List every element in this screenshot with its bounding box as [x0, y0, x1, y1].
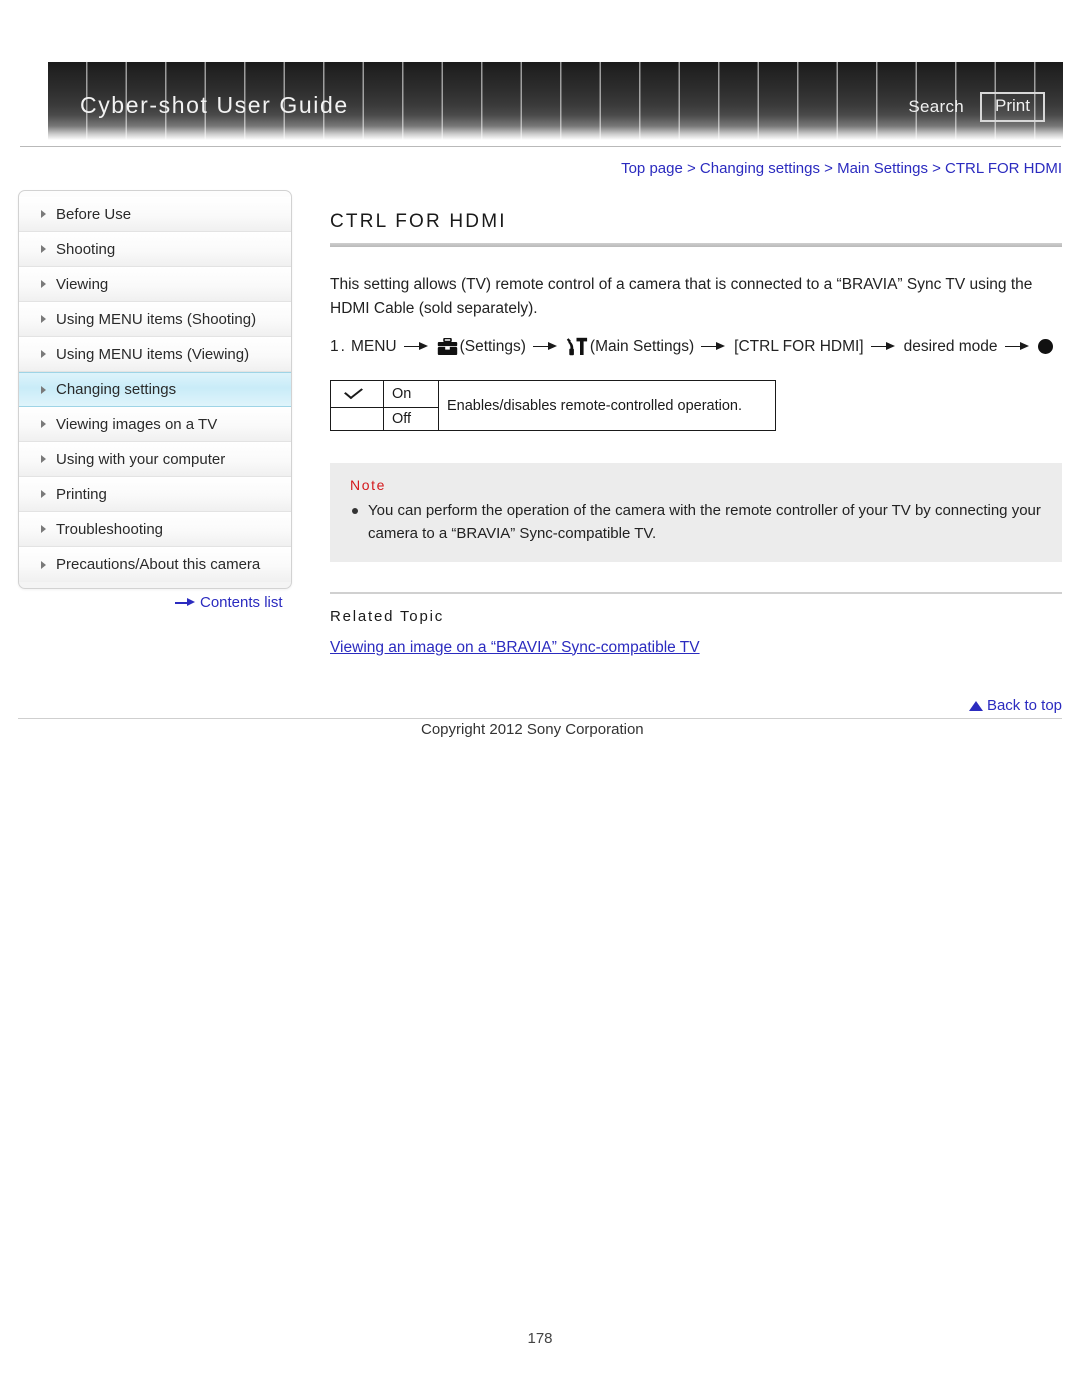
sidebar-item-viewing[interactable]: Viewing — [19, 267, 291, 302]
sidebar-item-troubleshooting[interactable]: Troubleshooting — [19, 512, 291, 547]
title-divider — [330, 243, 1062, 247]
sidebar-item-precautions-about-this-camera[interactable]: Precautions/About this camera — [19, 547, 291, 582]
option-mode-cell: Off — [383, 407, 439, 432]
main-content: Top page > Changing settings > Main Sett… — [330, 160, 1062, 714]
related-divider — [330, 591, 1062, 594]
header-divider — [20, 146, 1061, 147]
sidebar-item-label: Using with your computer — [56, 450, 226, 468]
sidebar-item-viewing-images-on-a-tv[interactable]: Viewing images on a TV — [19, 407, 291, 442]
breadcrumb[interactable]: Top page > Changing settings > Main Sett… — [330, 160, 1062, 177]
sidebar-item-changing-settings[interactable]: Changing settings — [19, 372, 291, 407]
chevron-right-icon — [41, 560, 46, 569]
arrow-right-icon — [1004, 341, 1031, 353]
filled-circle-icon — [1037, 339, 1053, 355]
sidebar-item-using-menu-items-shooting[interactable]: Using MENU items (Shooting) — [19, 302, 291, 337]
back-to-top-label: Back to top — [986, 696, 1062, 714]
intro-paragraph: This setting allows (TV) remote control … — [330, 276, 1033, 318]
option-description-cell: Enables/disables remote-controlled opera… — [438, 380, 776, 432]
arrow-right-icon — [701, 341, 727, 353]
checkmark-icon — [346, 384, 368, 400]
header-banner: Cyber-shot User Guide Search Print — [48, 62, 1063, 140]
chevron-right-icon — [41, 385, 46, 394]
sidebar-item-label: Troubleshooting — [56, 520, 164, 538]
sidebar-item-using-with-your-computer[interactable]: Using with your computer — [19, 442, 291, 477]
contents-list-link[interactable]: Contents list — [175, 594, 283, 611]
header-actions: Search Print — [908, 92, 1045, 122]
chevron-right-icon — [41, 490, 46, 498]
note-list-item: You can perform the operation of the cam… — [350, 499, 1042, 546]
step-menu-label: MENU — [350, 337, 397, 355]
chevron-right-icon — [41, 455, 46, 463]
note-list: You can perform the operation of the cam… — [350, 499, 1042, 546]
options-table: On Enables/disables remote-controlled op… — [330, 380, 776, 432]
sidebar-item-shooting[interactable]: Shooting — [19, 232, 291, 267]
sidebar-item-before-use[interactable]: Before Use — [19, 197, 291, 232]
print-button[interactable]: Print — [980, 92, 1045, 122]
chevron-right-icon — [41, 245, 46, 253]
sidebar-item-label: Before Use — [56, 205, 132, 223]
related-topic-link[interactable]: Viewing an image on a “BRAVIA” Sync-comp… — [330, 639, 700, 657]
sidebar-nav: Before Use Shooting Viewing Using MENU i… — [18, 190, 292, 589]
chevron-right-icon — [41, 210, 46, 218]
note-box: Note You can perform the operation of th… — [330, 463, 1062, 562]
option-checked-cell — [330, 407, 384, 432]
chevron-right-icon — [41, 280, 46, 288]
note-title: Note — [350, 477, 386, 494]
chevron-right-icon — [41, 420, 46, 428]
procedure-step: 1. MENU (Settings) (Main Settings) [CTRL — [330, 337, 1062, 356]
sidebar-item-label: Viewing images on a TV — [56, 415, 218, 433]
triangle-up-icon — [968, 700, 983, 711]
arrow-right-icon — [532, 341, 559, 353]
search-button[interactable]: Search — [908, 97, 964, 117]
chevron-right-icon — [41, 315, 46, 323]
sidebar-item-label: Viewing — [56, 275, 109, 293]
arrow-right-icon — [870, 341, 897, 353]
step-main-settings-label: (Main Settings) — [589, 337, 695, 355]
page-number: 178 — [527, 1330, 553, 1347]
sidebar-item-label: Shooting — [56, 240, 116, 258]
sidebar-item-label: Printing — [56, 485, 107, 503]
related-topic-heading: Related Topic — [330, 607, 445, 625]
sidebar-item-printing[interactable]: Printing — [19, 477, 291, 512]
chevron-right-icon — [41, 525, 46, 533]
chevron-right-icon — [41, 350, 46, 358]
sidebar-item-label: Precautions/About this camera — [56, 556, 261, 573]
arrow-right-icon — [403, 341, 430, 353]
step-item-label: [CTRL FOR HDMI] — [734, 337, 864, 355]
option-mode-cell: On — [383, 380, 439, 409]
app-title: Cyber-shot User Guide — [80, 92, 349, 118]
toolbox-icon — [437, 337, 458, 356]
step-desired-mode-label: desired mode — [903, 337, 998, 355]
sidebar-item-using-menu-items-viewing[interactable]: Using MENU items (Viewing) — [19, 337, 291, 372]
page-title: CTRL FOR HDMI — [330, 211, 507, 232]
sidebar-item-label: Using MENU items (Viewing) — [56, 345, 250, 363]
page-header: Cyber-shot User Guide Search Print — [0, 0, 1080, 147]
option-checked-cell — [330, 380, 384, 409]
step-settings-label: (Settings) — [459, 337, 526, 355]
back-to-top-link[interactable]: Back to top — [330, 697, 1062, 714]
sidebar-item-label: Using MENU items (Shooting) — [56, 310, 257, 328]
step-number: 1. — [330, 337, 347, 355]
table-row: On Enables/disables remote-controlled op… — [330, 380, 776, 432]
contents-list-label: Contents list — [200, 594, 283, 611]
arrow-right-icon — [175, 598, 195, 608]
wrench-tool-icon — [566, 337, 588, 356]
footer-divider — [18, 718, 1062, 719]
sidebar-item-label: Changing settings — [56, 381, 177, 398]
copyright-text: Copyright 2012 Sony Corporation — [421, 721, 644, 738]
